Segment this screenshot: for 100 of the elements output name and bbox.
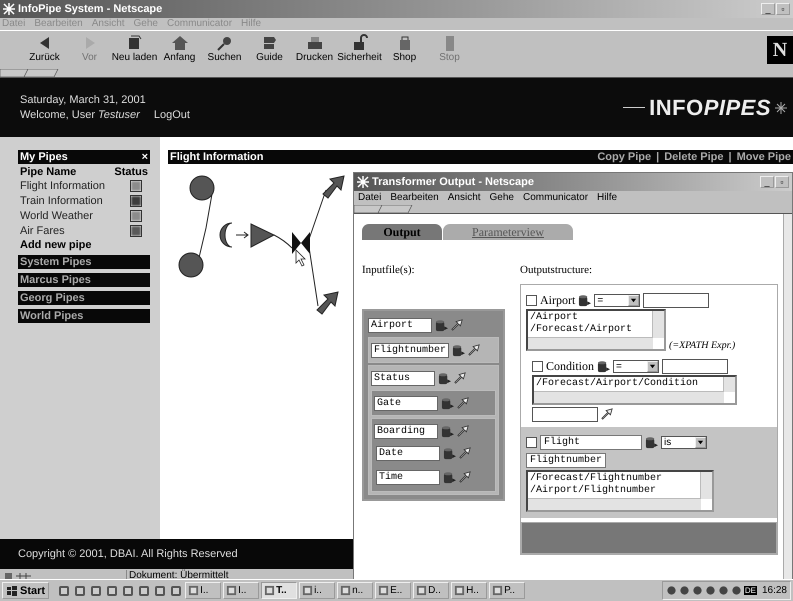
pipe-action-link[interactable]: Move Pipe (736, 151, 791, 163)
pipe-action-link[interactable]: Copy Pipe (597, 151, 652, 163)
taskbar-task[interactable]: P.. (489, 582, 526, 599)
location-grip-icon[interactable] (354, 205, 414, 213)
taskbar-task[interactable]: E.. (375, 582, 412, 599)
toolbar-button[interactable]: Neu laden (112, 32, 157, 68)
node-name-field[interactable]: Boarding (374, 424, 438, 438)
scrollbar[interactable] (700, 472, 712, 499)
tray-icon[interactable] (666, 585, 677, 596)
source-node[interactable] (190, 176, 214, 200)
scrollbar[interactable] (528, 498, 701, 510)
toolbar-button[interactable]: Shop (382, 32, 427, 68)
toolbar-button[interactable]: Suchen (202, 32, 247, 68)
tab[interactable]: Output (362, 224, 442, 240)
link-icon[interactable] (459, 447, 471, 459)
link-icon[interactable] (468, 344, 480, 356)
pipe-link[interactable]: Air Fares (20, 224, 65, 236)
link-icon[interactable] (454, 372, 466, 384)
trash-icon[interactable] (452, 344, 466, 356)
toolbar-button[interactable]: Guide (247, 32, 292, 68)
checkbox[interactable] (526, 436, 537, 448)
tray-icon[interactable] (678, 585, 690, 596)
operator-dropdown[interactable]: = (594, 294, 640, 306)
field-name-input[interactable]: Flightnumber (526, 453, 606, 468)
toolbar-button[interactable]: Anfang (157, 32, 202, 68)
scrollbar[interactable] (783, 214, 792, 579)
tray-icon[interactable] (718, 585, 729, 596)
window-control[interactable]: _ (760, 176, 774, 188)
pipe-link[interactable]: Train Information (20, 194, 103, 206)
menu-item[interactable]: Bearbeiten (390, 191, 439, 205)
toolbar-button[interactable]: Zurück (22, 32, 67, 68)
trash-icon[interactable] (645, 436, 658, 448)
scrollbar[interactable] (723, 377, 735, 392)
quick-launch-icon[interactable] (153, 584, 168, 598)
checkbox[interactable] (532, 360, 543, 372)
value-input[interactable] (662, 358, 728, 374)
operator-dropdown[interactable]: = (613, 360, 660, 372)
source-node[interactable] (178, 252, 204, 278)
pipe-group-bar[interactable]: World Pipes (18, 309, 150, 323)
quick-launch-icon[interactable] (169, 584, 184, 598)
pipe-group-bar[interactable]: Marcus Pipes (18, 273, 150, 287)
node-name-field[interactable]: Airport (368, 318, 432, 332)
value-input[interactable] (532, 406, 598, 422)
scrollbar[interactable] (652, 311, 664, 338)
xpath-list[interactable]: /Forecast/Airport/Condition (532, 375, 737, 405)
taskbar-task[interactable]: D.. (413, 582, 450, 599)
logout-link[interactable]: LogOut (154, 109, 190, 121)
window-control[interactable]: ▫ (776, 3, 790, 15)
pipe-group-bar[interactable]: System Pipes (18, 255, 150, 269)
language-indicator[interactable]: DE (744, 586, 757, 595)
menu-item[interactable]: Datei (358, 191, 382, 205)
value-input[interactable] (643, 292, 710, 308)
pipe-link[interactable]: Flight Information (20, 180, 105, 192)
output-arrow-node[interactable] (322, 175, 345, 199)
node-name-field[interactable]: Gate (374, 396, 438, 410)
trash-icon[interactable] (578, 294, 592, 306)
add-pipe-link[interactable]: Add new pipe (18, 238, 150, 255)
node-name-field[interactable]: Date (376, 446, 440, 460)
link-icon[interactable] (457, 397, 469, 409)
node-name-field[interactable]: Flightnumber (371, 342, 450, 358)
menu-item[interactable]: Gehe (490, 191, 514, 205)
quick-launch-icon[interactable] (73, 584, 88, 598)
location-grip-icon[interactable] (0, 69, 60, 77)
node-name-field[interactable]: Time (376, 470, 440, 484)
quick-launch-icon[interactable] (137, 584, 152, 598)
xpath-list[interactable]: /Forecast/Flightnumber /Airport/Flightnumber (526, 470, 714, 512)
field-name-input[interactable]: Flight (540, 434, 642, 450)
bowtie-node[interactable] (292, 232, 310, 254)
link-icon[interactable] (601, 408, 613, 420)
crescent-node[interactable] (220, 222, 232, 248)
scrollbar[interactable] (534, 391, 724, 403)
window-control[interactable]: ▫ (775, 176, 789, 188)
window-control[interactable]: _ (761, 3, 775, 15)
output-arrow-node[interactable] (316, 291, 339, 315)
start-button[interactable]: Start (2, 582, 50, 599)
taskbar-task[interactable]: n.. (337, 582, 374, 599)
menu-item[interactable]: Hilfe (597, 191, 618, 205)
link-icon[interactable] (459, 471, 471, 483)
tray-icon[interactable] (692, 585, 703, 596)
taskbar-task[interactable]: i.. (299, 582, 336, 599)
toolbar-button[interactable]: Sicherheit (337, 32, 382, 68)
taskbar-task[interactable]: I.. (185, 582, 222, 599)
node-name-field[interactable]: Status (371, 370, 435, 386)
xpath-list[interactable]: /Airport /Forecast/Airport (526, 309, 666, 351)
trash-icon[interactable] (597, 360, 610, 372)
pipe-link[interactable]: World Weather (20, 210, 93, 222)
checkbox[interactable] (526, 294, 537, 306)
toolbar-button[interactable]: Drucken (292, 32, 337, 68)
close-button[interactable]: × (142, 151, 148, 163)
link-icon[interactable] (457, 425, 469, 437)
quick-launch-icon[interactable] (57, 584, 72, 598)
triangle-node[interactable] (250, 223, 276, 248)
link-icon[interactable] (451, 319, 463, 331)
tray-icon[interactable] (730, 585, 742, 596)
operator-dropdown[interactable]: is (661, 436, 707, 448)
taskbar-task[interactable]: H.. (451, 582, 488, 599)
menu-item[interactable]: Communicator (523, 191, 588, 205)
pipe-group-bar[interactable]: Georg Pipes (18, 291, 150, 305)
tray-icon[interactable] (704, 585, 716, 596)
trash-icon[interactable] (438, 372, 451, 384)
